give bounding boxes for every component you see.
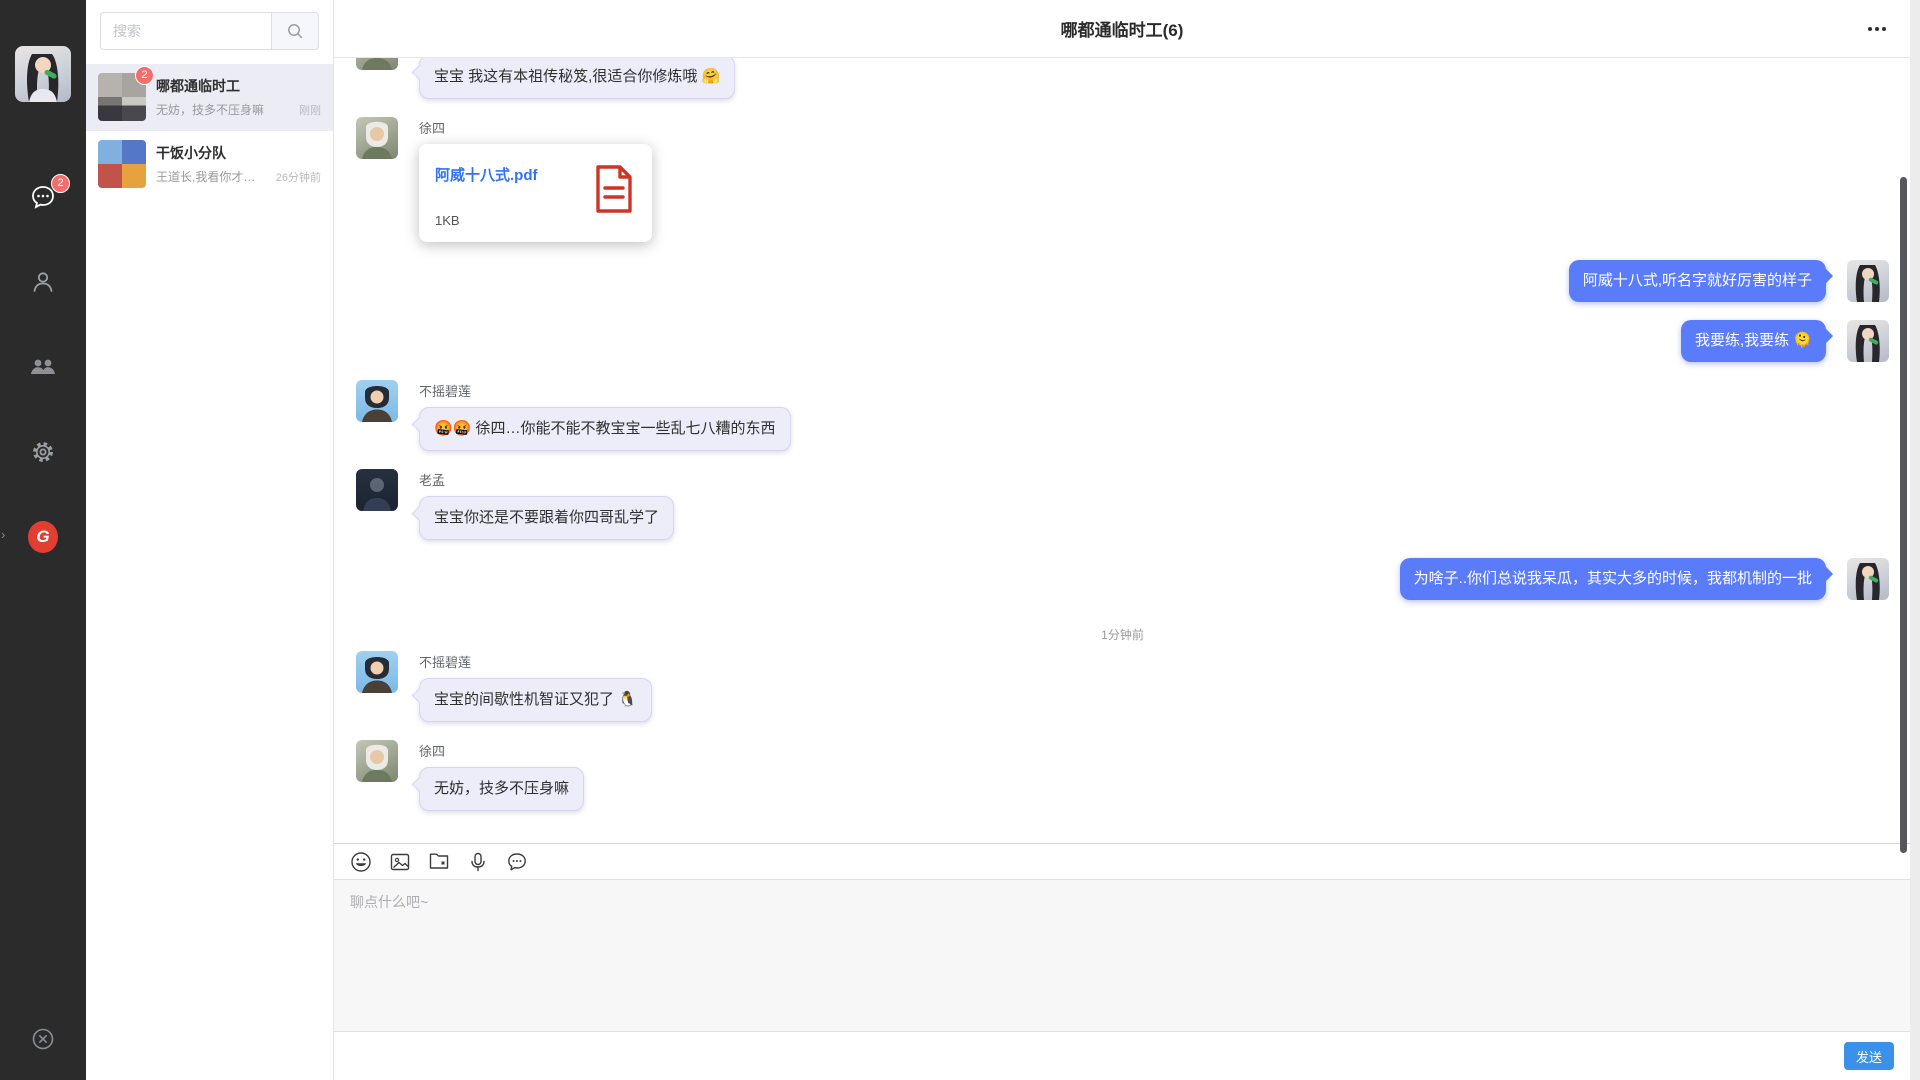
message-row: 为啥子..你们总说我呆瓜，其实大多的时候，我都机制的一批 [356,558,1889,600]
chat-panel: 哪都通临时工(6) 徐四 宝宝 我这有本祖传秘笈,很适合你修炼哦 🤗 [334,0,1910,1080]
message-row: 阿威十八式,听名字就好厉害的样子 [356,260,1889,302]
close-circle-icon [30,1026,56,1052]
conversation-time: 26分钟前 [276,169,321,185]
message-author: 徐四 [419,118,652,137]
nav-contacts-button[interactable] [28,267,58,297]
file-attachment-card[interactable]: 阿威十八式.pdf 1KB [419,144,652,242]
image-button[interactable] [389,851,411,873]
nav-app-logo-button[interactable]: G [28,522,58,552]
message-bubble: 宝宝 我这有本祖传秘笈,很适合你修炼哦 🤗 [419,58,735,99]
conversation-name: 哪都通临时工 [156,76,321,96]
message-author: 徐四 [419,741,584,760]
settings-gear-icon [29,438,57,466]
group-avatar-ganfan [98,140,146,188]
message-bubble: 我要练,我要练 🫠 [1681,320,1826,362]
message-row: 老孟 宝宝你还是不要跟着你四哥乱学了 [356,469,1889,540]
avatar-buyaobilian[interactable] [356,380,398,422]
message-author: 不摇碧莲 [419,381,791,400]
more-ellipsis-icon[interactable] [1866,21,1888,37]
group-people-icon [29,353,57,381]
message-history-button[interactable] [506,851,528,873]
message-row: 不摇碧莲 宝宝的间歇性机智证又犯了 🐧 [356,651,1889,722]
emoji-button[interactable] [350,851,372,873]
nav-settings-button[interactable] [28,437,58,467]
send-button[interactable]: 发送 [1844,1042,1894,1070]
time-divider: 1分钟前 [356,626,1889,643]
conversation-list-panel: 2 哪都通临时工 无妨，技多不压身嘛 刚刚 干饭小分队 王道长,我看你才… 26… [86,0,334,1080]
folder-file-icon [428,851,450,873]
avatar-xusi[interactable] [356,117,398,159]
message-bubble: 🤬🤬 徐四…你能不能不教宝宝一些乱七八糟的东西 [419,407,791,451]
file-button[interactable] [428,851,450,873]
avatar-xusi[interactable] [356,58,398,70]
nav-rail: 2 G [0,0,86,1080]
unread-badge: 2 [135,66,154,85]
message-row: 徐四 阿威十八式.pdf 1KB [356,117,1889,242]
composer: 发送 [334,843,1910,1080]
conversation-item-ganfan[interactable]: 干饭小分队 王道长,我看你才… 26分钟前 [86,131,333,198]
search-button[interactable] [271,12,319,50]
avatar-baobao[interactable] [1847,260,1889,302]
conversation-name: 干饭小分队 [156,143,321,163]
g-logo-icon: G [28,521,58,553]
message-bubble: 宝宝你还是不要跟着你四哥乱学了 [419,496,674,540]
composer-toolbar [334,844,1910,879]
search-input[interactable] [100,12,271,50]
message-list: 徐四 宝宝 我这有本祖传秘笈,很适合你修炼哦 🤗 徐四 阿威十八式.pdf 1K… [334,58,1910,843]
avatar-xusi[interactable] [356,740,398,782]
message-row: 我要练,我要练 🫠 [356,320,1889,362]
chat-app-window: 2 G [0,0,1910,1080]
pdf-document-icon [594,164,634,214]
message-row: 徐四 宝宝 我这有本祖传秘笈,很适合你修炼哦 🤗 [356,58,1889,99]
avatar-baobao[interactable] [1847,558,1889,600]
search-icon [286,22,304,40]
compose-footer: 发送 [334,1031,1910,1080]
image-picture-icon [389,851,411,873]
conversation-time: 刚刚 [299,102,321,118]
nav-groups-button[interactable] [28,352,58,382]
message-author: 老孟 [419,470,674,489]
message-bubble: 阿威十八式,听名字就好厉害的样子 [1569,260,1826,302]
avatar-laomeng[interactable] [356,469,398,511]
current-user-avatar[interactable] [15,46,71,102]
nav-close-button[interactable] [28,1024,58,1054]
message-row: 不摇碧莲 🤬🤬 徐四…你能不能不教宝宝一些乱七八糟的东西 [356,380,1889,451]
unread-badge: 2 [51,174,70,193]
avatar-buyaobilian[interactable] [356,651,398,693]
avatar-baobao[interactable] [1847,320,1889,362]
chat-header: 哪都通临时工(6) [334,0,1910,58]
user-avatar-art [15,46,71,102]
message-author: 不摇碧莲 [419,652,652,671]
group-avatar-nadutong: 2 [98,73,146,121]
conversation-item-nadutong[interactable]: 2 哪都通临时工 无妨，技多不压身嘛 刚刚 [86,64,333,131]
conversation-preview: 无妨，技多不压身嘛 [156,101,293,118]
chevron-expand-icon[interactable]: › [1,527,5,542]
message-bubble: 宝宝的间歇性机智证又犯了 🐧 [419,678,652,722]
message-row: 徐四 无妨，技多不压身嘛 [356,740,1889,811]
message-bubble-icon [506,851,528,873]
contacts-person-icon [30,269,56,295]
emoji-smiley-icon [350,851,372,873]
message-bubble: 无妨，技多不压身嘛 [419,767,584,811]
file-name: 阿威十八式.pdf [435,164,538,185]
file-size: 1KB [435,213,538,228]
voice-button[interactable] [467,851,489,873]
search-row [86,0,333,64]
message-input[interactable] [348,890,1896,1021]
chat-title: 哪都通临时工(6) [1061,16,1184,41]
nav-chats-button[interactable]: 2 [28,182,58,212]
compose-area [334,879,1910,1031]
microphone-icon [467,851,489,873]
message-bubble: 为啥子..你们总说我呆瓜，其实大多的时候，我都机制的一批 [1400,558,1826,600]
chat-scrollbar-thumb[interactable] [1900,177,1907,853]
conversation-preview: 王道长,我看你才… [156,168,270,185]
